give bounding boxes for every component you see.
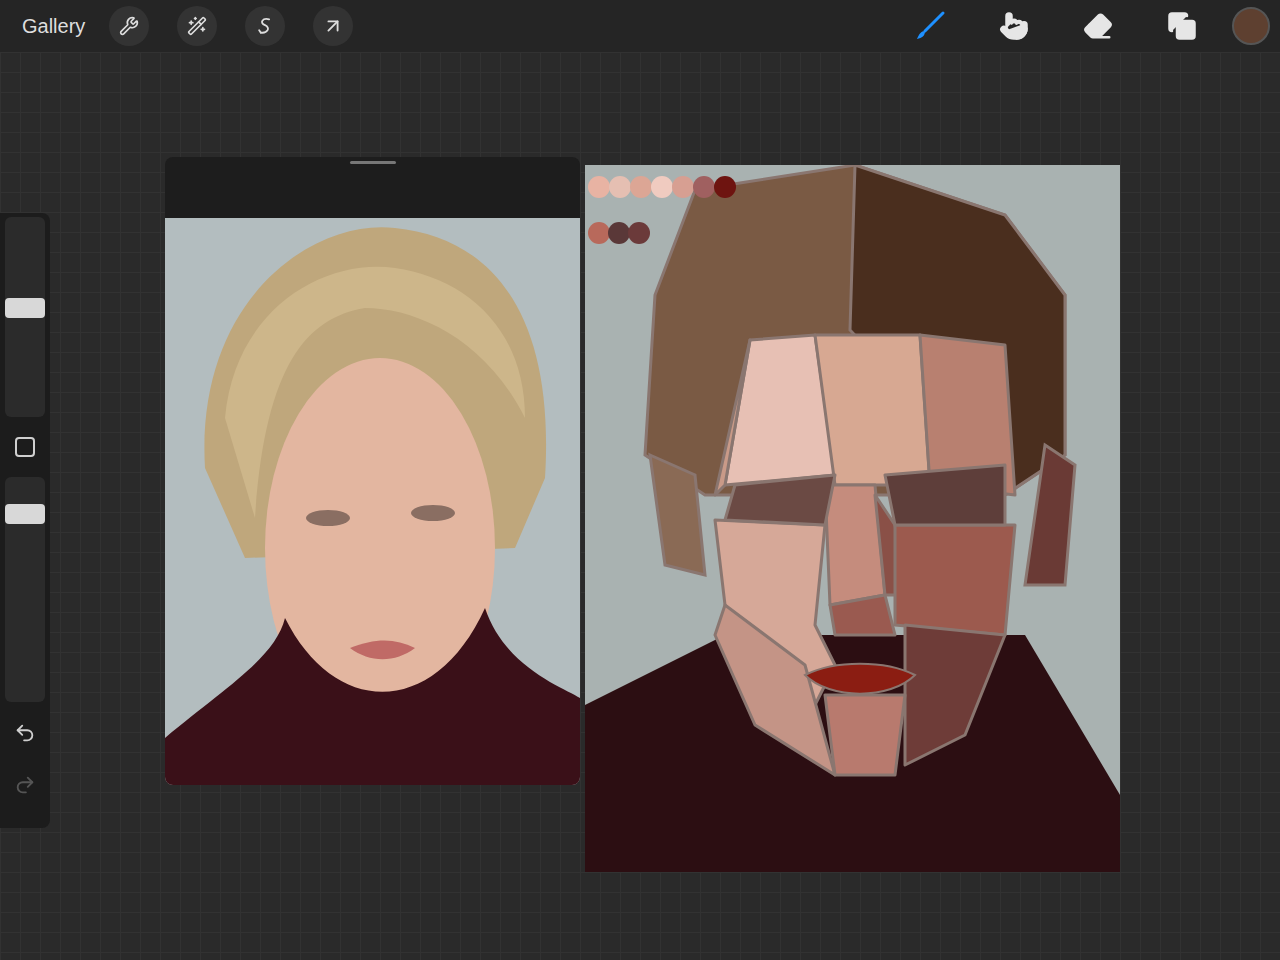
reference-window[interactable] [165, 157, 580, 785]
action-button[interactable] [109, 6, 149, 46]
selection-icon [255, 16, 275, 36]
brush-size-slider[interactable] [5, 217, 45, 417]
gallery-button[interactable]: Gallery [22, 11, 85, 41]
wrench-icon [119, 16, 139, 36]
eraser-icon [1083, 11, 1113, 41]
drag-handle[interactable] [350, 161, 396, 164]
wand-icon [187, 16, 207, 36]
tool-group [910, 6, 1202, 46]
action-button[interactable] [245, 6, 285, 46]
layers-icon [1167, 11, 1197, 41]
tool-button[interactable] [994, 6, 1034, 46]
redo-icon[interactable] [14, 774, 36, 796]
top-toolbar: Gallery [0, 0, 1280, 52]
painting-canvas[interactable] [585, 165, 1120, 872]
reference-photo [165, 218, 580, 785]
workspace [0, 52, 1280, 960]
smudge-icon [999, 11, 1029, 41]
modify-button[interactable] [15, 437, 35, 457]
arrow-icon [322, 15, 344, 37]
tool-button[interactable] [910, 6, 950, 46]
tool-button[interactable] [1078, 6, 1118, 46]
procreate-app: Gallery [0, 0, 1280, 960]
color-button[interactable] [1232, 7, 1270, 45]
action-button[interactable] [177, 6, 217, 46]
opacity-slider[interactable] [5, 477, 45, 702]
undo-icon[interactable] [14, 722, 36, 744]
slider-thumb[interactable] [5, 504, 45, 524]
slider-thumb[interactable] [5, 298, 45, 318]
action-button[interactable] [313, 6, 353, 46]
reference-header[interactable] [165, 157, 580, 218]
side-bar [0, 213, 50, 828]
tool-button[interactable] [1162, 6, 1202, 46]
action-group [109, 6, 353, 46]
brush-icon [913, 9, 947, 43]
